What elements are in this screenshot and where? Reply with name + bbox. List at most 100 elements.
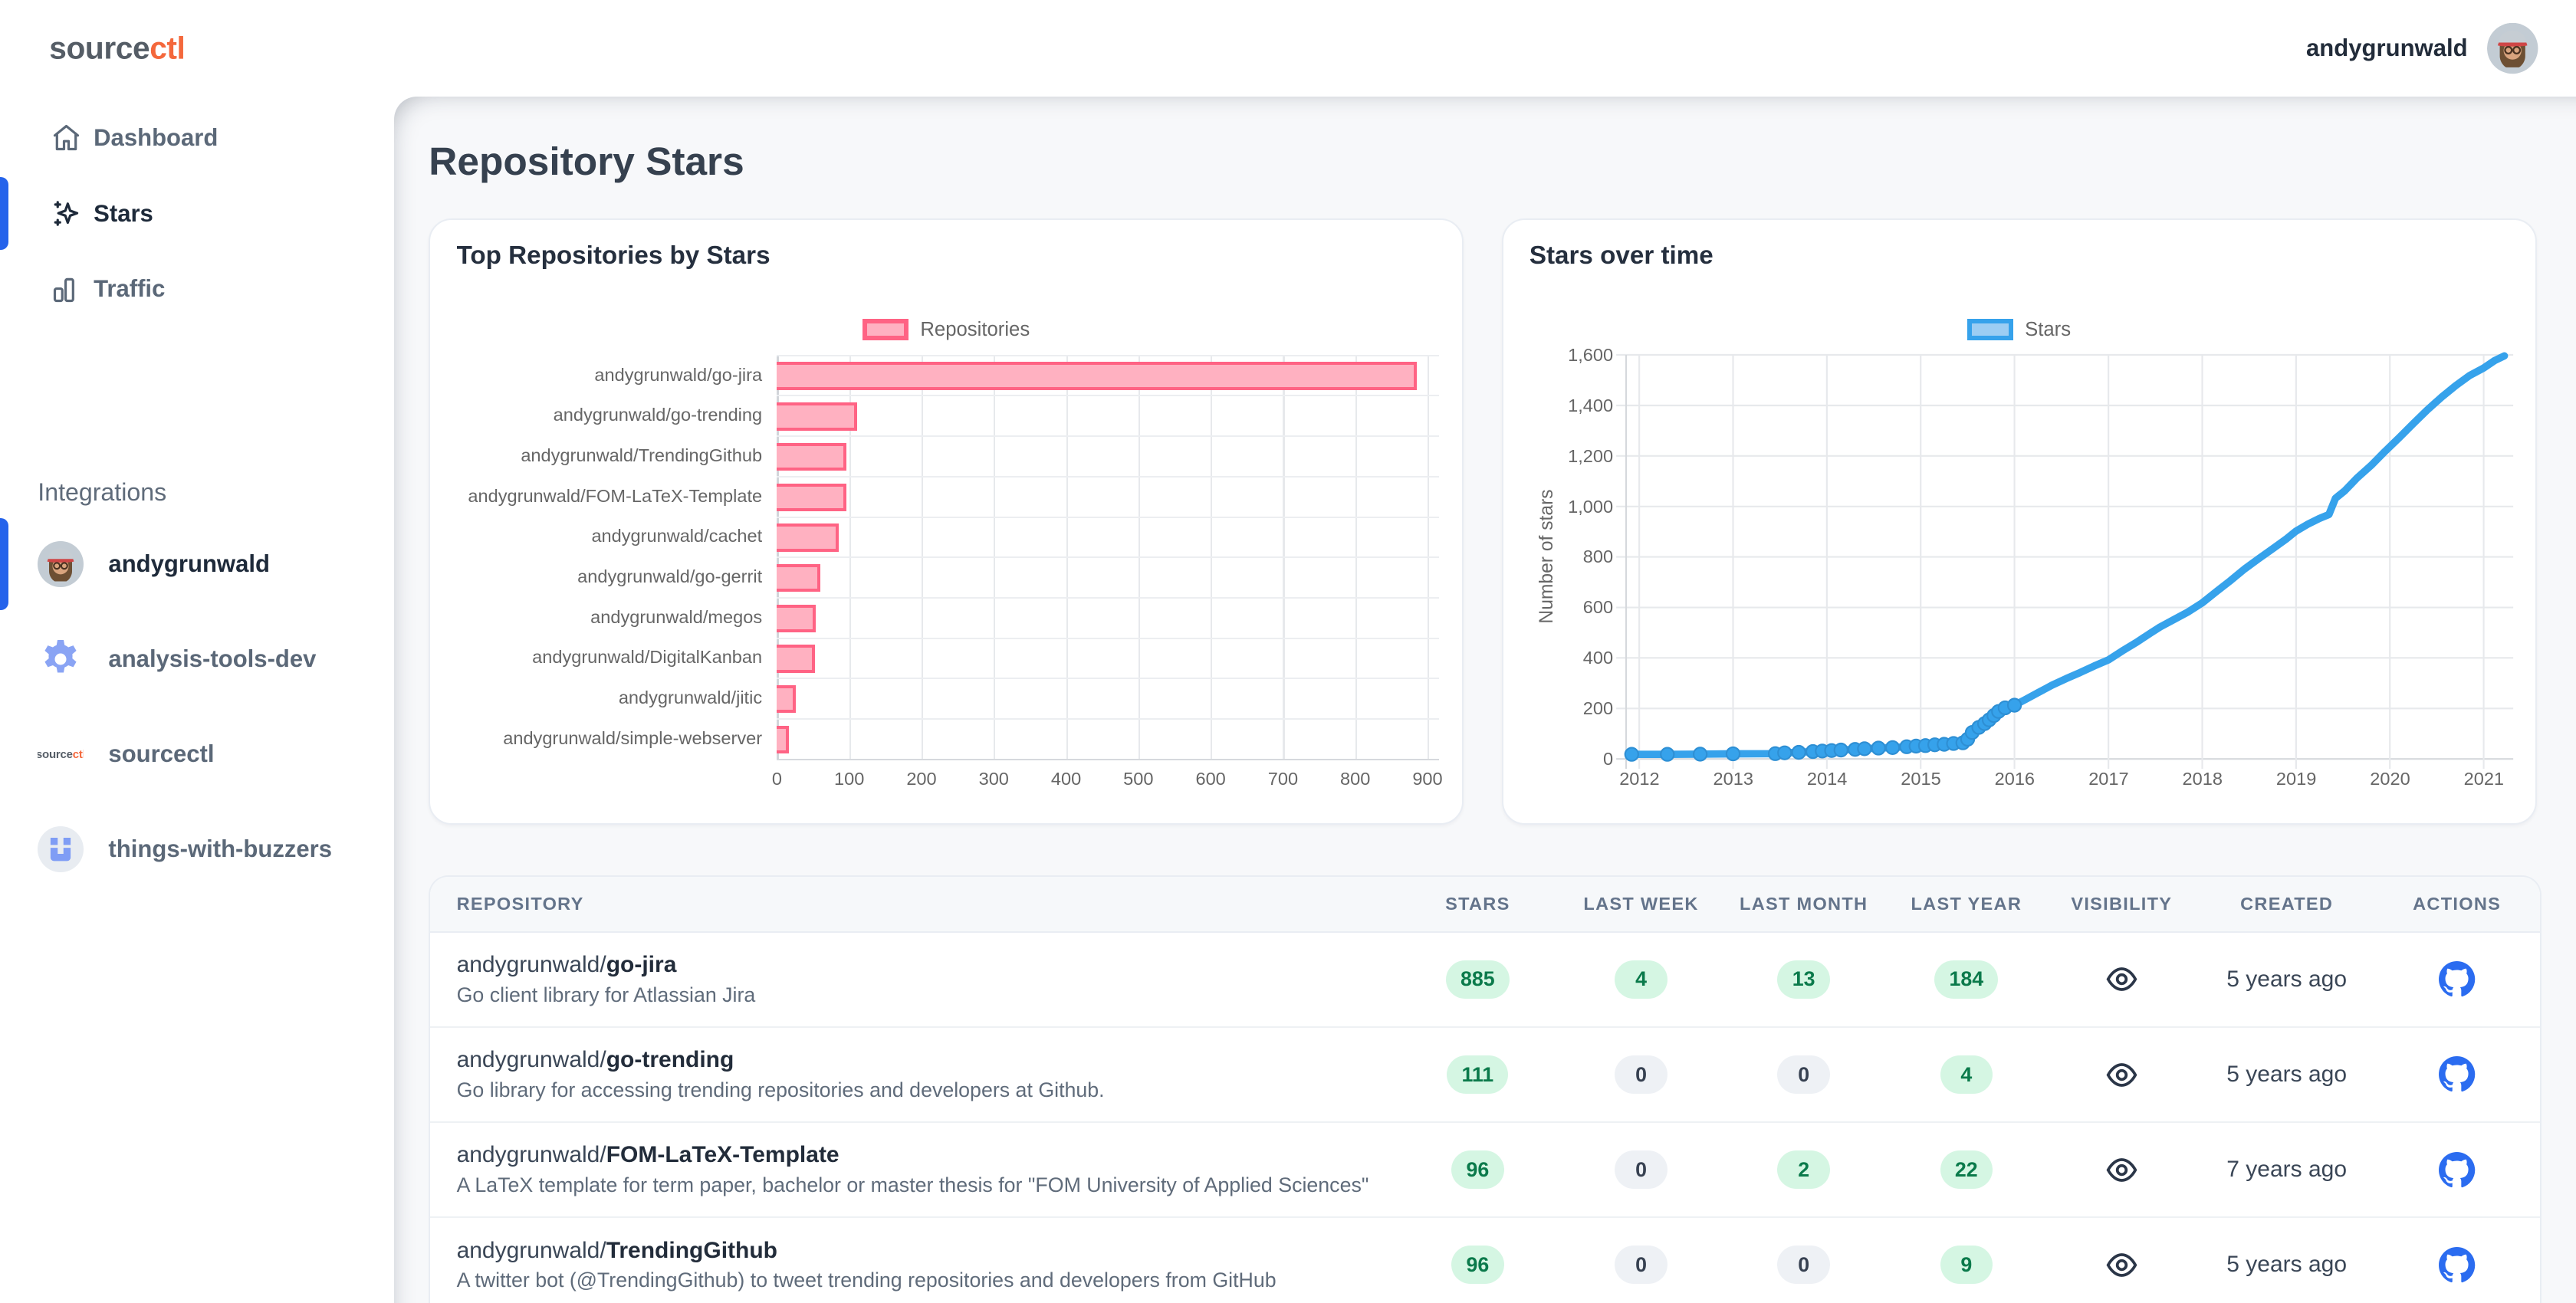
integration-item-andygrunwald[interactable]: andygrunwald <box>0 516 394 611</box>
x-tick-label: 2013 <box>1714 769 1753 789</box>
table-row-TrendingGithub[interactable]: andygrunwald/TrendingGithubA twitter bot… <box>430 1216 2540 1303</box>
created-label: 5 years ago <box>2200 1062 2374 1088</box>
x-tick-label: 2015 <box>1901 769 1940 789</box>
column-header-visibility[interactable]: VISIBILITY <box>2044 894 2200 914</box>
x-tick-label: 900 <box>1412 769 1442 789</box>
sidebar-item-label: Traffic <box>94 275 165 303</box>
created-label: 5 years ago <box>2200 967 2374 993</box>
integration-item-analysis-tools-dev[interactable]: analysis-tools-dev <box>0 612 394 707</box>
bar <box>777 726 789 753</box>
bar-chart-icon <box>49 271 85 307</box>
active-indicator <box>0 518 8 610</box>
integration-item-things-with-buzzers[interactable]: things-with-buzzers <box>0 802 394 897</box>
sidebar-item-stars[interactable]: Stars <box>0 176 394 251</box>
bar-category-label: andygrunwald/go-gerrit <box>457 566 777 587</box>
table-row-go-trending[interactable]: andygrunwald/go-trendingGo library for a… <box>430 1026 2540 1121</box>
user-avatar-icon[interactable] <box>2487 23 2538 74</box>
bar-legend-label: Repositories <box>920 319 1030 341</box>
repo-owner: andygrunwald/ <box>457 1047 606 1072</box>
x-tick-label: 600 <box>1195 769 1225 789</box>
line-chart-title: Stars over time <box>1530 241 1714 271</box>
y-tick-label: 400 <box>1583 648 1613 668</box>
eye-icon <box>2044 962 2200 996</box>
github-icon[interactable] <box>2374 1246 2540 1284</box>
bar-category-label: andygrunwald/TrendingGithub <box>457 445 777 466</box>
data-point <box>1886 740 1899 753</box>
github-icon[interactable] <box>2374 1055 2540 1093</box>
brand-logo[interactable]: sourcectl <box>49 31 185 67</box>
column-header-last-month[interactable]: LAST MONTH <box>1718 894 1889 914</box>
table-row-go-jira[interactable]: andygrunwald/go-jiraGo client library fo… <box>430 933 2540 1026</box>
user-avatar-icon <box>38 541 84 587</box>
column-header-last-year[interactable]: LAST YEAR <box>1889 894 2043 914</box>
bar-row: andygrunwald/go-gerrit <box>457 556 1439 597</box>
table-row-FOM-LaTeX-Template[interactable]: andygrunwald/FOM-LaTeX-TemplateA LaTeX t… <box>430 1121 2540 1216</box>
bar-chart-title: Top Repositories by Stars <box>457 241 770 271</box>
bar-category-label: andygrunwald/DigitalKanban <box>457 647 777 668</box>
bar-track <box>777 435 1439 476</box>
bar-category-label: andygrunwald/megos <box>457 607 777 628</box>
bar-track <box>777 638 1439 678</box>
x-tick-label: 800 <box>1340 769 1370 789</box>
repositories-table: REPOSITORYSTARSLAST WEEKLAST MONTHLAST Y… <box>429 875 2542 1303</box>
repo-cell: andygrunwald/FOM-LaTeX-TemplateA LaTeX t… <box>430 1142 1392 1196</box>
brand-logo-accent: ctl <box>150 31 185 66</box>
data-point <box>1727 747 1740 760</box>
bar-chart-legend[interactable]: Repositories <box>430 319 1462 341</box>
column-header-repository[interactable]: REPOSITORY <box>430 894 1392 914</box>
data-point <box>1792 746 1806 759</box>
last-week-badge: 4 <box>1615 960 1668 999</box>
sidebar: Dashboard Stars Traffic Integrations andyg… <box>0 97 394 1303</box>
x-tick-label: 300 <box>979 769 1009 789</box>
line-chart-plot <box>1626 355 2513 759</box>
github-icon[interactable] <box>2374 1151 2540 1189</box>
last-month-badge: 2 <box>1777 1150 1830 1189</box>
topbar: sourcectl andygrunwald <box>0 0 2576 97</box>
bar-row: andygrunwald/simple-webserver <box>457 718 1439 759</box>
column-header-actions[interactable]: ACTIONS <box>2374 894 2540 914</box>
bar-row: andygrunwald/megos <box>457 597 1439 638</box>
bar-row: andygrunwald/FOM-LaTeX-Template <box>457 476 1439 517</box>
app-window: sourcectl andygrunwald Dashboard Stars Tra… <box>0 0 2576 1303</box>
legend-swatch-icon <box>863 319 909 340</box>
last-week-badge: 0 <box>1615 1246 1668 1284</box>
stars-badge: 96 <box>1451 1150 1504 1189</box>
bar-track <box>777 597 1439 638</box>
sidebar-item-label: Dashboard <box>94 124 218 152</box>
bar-row: andygrunwald/go-trending <box>457 395 1439 435</box>
repo-cell: andygrunwald/go-jiraGo client library fo… <box>430 952 1392 1006</box>
repo-cell: andygrunwald/TrendingGithubA twitter bot… <box>430 1238 1392 1292</box>
user-menu[interactable]: andygrunwald <box>2306 23 2538 74</box>
integration-item-sourcectl[interactable]: sourcectlsourcectl <box>0 707 394 802</box>
sidebar-item-dashboard[interactable]: Dashboard <box>0 100 394 176</box>
line-chart-card: Stars over time Stars Number of stars 02… <box>1502 218 2537 825</box>
integration-item-label: analysis-tools-dev <box>108 645 316 673</box>
bar <box>777 443 846 471</box>
bar-category-label: andygrunwald/go-trending <box>457 405 777 425</box>
line-chart-legend[interactable]: Stars <box>1503 319 2535 341</box>
github-icon[interactable] <box>2374 960 2540 998</box>
column-header-last-week[interactable]: LAST WEEK <box>1564 894 1718 914</box>
last-year-badge: 22 <box>1940 1150 1993 1189</box>
bar-track <box>777 395 1439 435</box>
y-tick-label: 1,400 <box>1568 395 1613 416</box>
x-tick-label: 100 <box>834 769 864 789</box>
repo-description: Go library for accessing trending reposi… <box>457 1078 1392 1102</box>
y-tick-label: 800 <box>1583 546 1613 567</box>
gear-icon <box>38 636 84 682</box>
last-month-badge: 0 <box>1777 1055 1830 1094</box>
column-header-created[interactable]: CREATED <box>2200 894 2374 914</box>
x-tick-label: 0 <box>772 769 782 789</box>
stars-badge: 885 <box>1446 960 1510 999</box>
sidebar-item-traffic[interactable]: Traffic <box>0 251 394 327</box>
last-year-badge: 184 <box>1934 960 1998 999</box>
integrations-heading: Integrations <box>0 478 394 507</box>
last-week-badge: 0 <box>1615 1150 1668 1189</box>
integration-item-label: andygrunwald <box>108 550 270 578</box>
home-icon <box>49 120 85 156</box>
column-header-stars[interactable]: STARS <box>1392 894 1564 914</box>
sourcectl-logo-icon: sourcectl <box>38 731 84 777</box>
last-month-badge: 0 <box>1777 1246 1830 1284</box>
bar-row: andygrunwald/DigitalKanban <box>457 638 1439 678</box>
table-header-row: REPOSITORYSTARSLAST WEEKLAST MONTHLAST Y… <box>430 877 2540 933</box>
